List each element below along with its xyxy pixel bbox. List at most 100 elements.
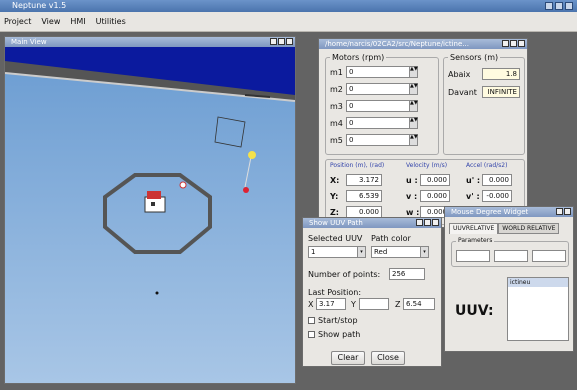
- motor-value: 0: [349, 102, 354, 110]
- path-color-select[interactable]: Red ▾: [371, 246, 429, 258]
- maximize-icon[interactable]: [555, 2, 563, 10]
- motor-spinbox[interactable]: 0 ▲▼: [346, 100, 418, 112]
- x-field: 3.17: [316, 298, 346, 310]
- state-label: v :: [406, 192, 418, 201]
- sensors-group: Sensors (m) Abaix 1.8 Davant INFINITE: [443, 53, 525, 155]
- sensor-abaix-value: 1.8: [482, 68, 520, 80]
- motor-spinbox[interactable]: 0 ▲▼: [346, 117, 418, 129]
- parameters-label: Parameters: [456, 237, 495, 244]
- z-label: Z: [395, 300, 401, 309]
- menubar: Project View HMI Utilities: [0, 12, 577, 32]
- selected-uuv-select[interactable]: 1 ▾: [308, 246, 366, 258]
- show-path-checkbox[interactable]: Show path: [308, 330, 360, 339]
- uuv-status-window: /home/narcis/02CA2/src/Neptune/ictine...…: [318, 38, 528, 228]
- state-label: u :: [406, 176, 418, 185]
- motor-spinbox[interactable]: 0 ▲▼: [346, 83, 418, 95]
- uuv-status-title: /home/narcis/02CA2/src/Neptune/ictine...: [325, 40, 469, 48]
- state-label: v' :: [466, 192, 480, 201]
- window-close-icon[interactable]: [286, 38, 293, 45]
- spin-arrows-icon[interactable]: ▲▼: [409, 84, 418, 94]
- minimize-icon[interactable]: [545, 2, 553, 10]
- window-minimize-icon[interactable]: [270, 38, 277, 45]
- main-view-titlebar[interactable]: Main View: [5, 37, 295, 47]
- mouse-degree-window: Mouse Degree Widget UUVRELATIVE WORLD RE…: [444, 206, 574, 352]
- parameters-group: Parameters: [451, 237, 569, 267]
- state-label: w :: [406, 208, 420, 217]
- window-minimize-icon[interactable]: [416, 219, 423, 226]
- state-value: 3.172: [346, 174, 382, 186]
- uuv-status-titlebar[interactable]: /home/narcis/02CA2/src/Neptune/ictine...: [319, 39, 527, 49]
- chevron-down-icon: ▾: [420, 247, 428, 257]
- state-label: X:: [330, 176, 340, 185]
- menu-project[interactable]: Project: [4, 17, 31, 26]
- start-stop-checkbox[interactable]: Start/stop: [308, 316, 358, 325]
- uuv-label: UUV:: [455, 303, 494, 319]
- mouse-degree-titlebar[interactable]: Mouse Degree Widget: [445, 207, 573, 217]
- window-minimize-icon[interactable]: [502, 40, 509, 47]
- window-close-icon[interactable]: [432, 219, 439, 226]
- sea-surface: [5, 73, 295, 383]
- y-label: Y: [351, 300, 356, 309]
- motor-label: m1: [330, 68, 343, 77]
- position-header: Position (m), (rad): [330, 162, 385, 169]
- points-input[interactable]: 256: [389, 268, 425, 280]
- window-maximize-icon[interactable]: [510, 40, 517, 47]
- clear-button[interactable]: Clear: [331, 351, 365, 365]
- buoy-yellow: [248, 151, 256, 159]
- tab-world-relative[interactable]: WORLD RELATIVE: [498, 223, 560, 234]
- app-title-bar: Neptune v1.5: [0, 0, 577, 12]
- param-field-2[interactable]: [494, 250, 528, 262]
- motors-group-label: Motors (rpm): [330, 53, 387, 62]
- uuv-list[interactable]: ictineu: [507, 277, 569, 341]
- param-field-3[interactable]: [532, 250, 566, 262]
- menu-view[interactable]: View: [41, 17, 60, 26]
- state-label: Y:: [330, 192, 339, 201]
- close-icon[interactable]: [565, 2, 573, 10]
- state-value: 0.000: [420, 190, 450, 202]
- window-maximize-icon[interactable]: [278, 38, 285, 45]
- selected-uuv-label: Selected UUV: [308, 234, 363, 243]
- uuv-path-title: Show UUV Path: [309, 219, 363, 227]
- motor-label: m5: [330, 136, 343, 145]
- motors-group: Motors (rpm) m1 0 ▲▼ m2 0 ▲▼ m3 0 ▲▼ m4 0 ▲▼ m5 0 ▲▼: [325, 53, 439, 155]
- points-label: Number of points:: [308, 270, 381, 279]
- path-color-label: Path color: [371, 234, 411, 243]
- tab-uuv-relative[interactable]: UUVRELATIVE: [449, 223, 499, 234]
- main-view-window: Main View: [4, 36, 296, 384]
- uuv-path-titlebar[interactable]: Show UUV Path: [303, 218, 441, 228]
- list-item[interactable]: ictineu: [508, 278, 568, 287]
- spin-arrows-icon[interactable]: ▲▼: [409, 67, 418, 77]
- spin-arrows-icon[interactable]: ▲▼: [409, 101, 418, 111]
- buoy-red: [243, 187, 249, 193]
- z-field: 6.54: [403, 298, 435, 310]
- sensors-group-label: Sensors (m): [448, 53, 501, 62]
- state-label: Z:: [330, 208, 339, 217]
- motor-spinbox[interactable]: 0 ▲▼: [346, 134, 418, 146]
- sensor-davant-value: INFINITE: [482, 86, 520, 98]
- motor-spinbox[interactable]: 0 ▲▼: [346, 66, 418, 78]
- motor-label: m3: [330, 102, 343, 111]
- motor-label: m4: [330, 119, 343, 128]
- state-value: -0.000: [482, 190, 512, 202]
- motor-value: 0: [349, 119, 354, 127]
- y-field: [359, 298, 389, 310]
- menu-utilities[interactable]: Utilities: [96, 17, 126, 26]
- window-close-icon[interactable]: [564, 208, 571, 215]
- close-button[interactable]: Close: [371, 351, 405, 365]
- sensor-abaix-label: Abaix: [448, 70, 471, 79]
- param-field-1[interactable]: [456, 250, 490, 262]
- motor-label: m2: [330, 85, 343, 94]
- menu-hmi[interactable]: HMI: [70, 17, 85, 26]
- mouse-degree-title: Mouse Degree Widget: [451, 208, 529, 216]
- motor-value: 0: [349, 85, 354, 93]
- state-value: 0.000: [482, 174, 512, 186]
- last-position-label: Last Position:: [308, 288, 362, 297]
- window-minimize-icon[interactable]: [556, 208, 563, 215]
- spin-arrows-icon[interactable]: ▲▼: [409, 135, 418, 145]
- window-maximize-icon[interactable]: [424, 219, 431, 226]
- motor-value: 0: [349, 68, 354, 76]
- x-label: X: [308, 300, 314, 309]
- window-close-icon[interactable]: [518, 40, 525, 47]
- 3d-scene-view[interactable]: [5, 47, 295, 383]
- spin-arrows-icon[interactable]: ▲▼: [409, 118, 418, 128]
